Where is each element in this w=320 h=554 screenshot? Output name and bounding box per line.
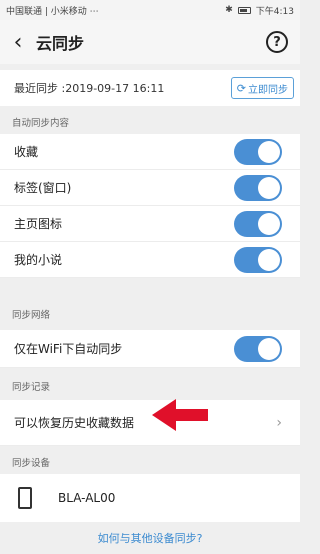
tabs-toggle[interactable] [234,174,282,201]
bluetooth-icon: ✱ [225,5,233,15]
page-title: 云同步 [36,34,85,53]
help-icon[interactable]: ? [266,31,288,53]
sync-item-label: 收藏 [14,145,39,159]
novels-toggle[interactable] [234,246,282,273]
restore-history-label: 可以恢复历史收藏数据 [14,416,135,430]
refresh-icon: ⟳ [236,81,246,95]
home-icons-toggle[interactable] [234,210,282,237]
how-to-sync-link[interactable]: 如何与其他设备同步? [0,530,300,552]
section-header-network: 同步网络 [12,310,51,321]
section-header-devices: 同步设备 [12,458,51,469]
sync-item-label: 标签(窗口) [14,181,72,195]
toggle-knob [258,140,280,163]
sync-item-label: 主页图标 [14,217,63,231]
sync-item-novels: 我的小说 [0,242,300,278]
back-icon[interactable]: ‹ [0,30,36,55]
sync-item-home-icons: 主页图标 [0,206,300,242]
section-header-auto-sync: 自动同步内容 [12,118,70,129]
carrier-text: 中国联通 | 小米移动 ⋯ [6,6,99,17]
red-arrow-icon [152,399,208,431]
device-name: BLA-AL00 [58,491,116,505]
clock: 下午4:13 [255,6,294,17]
battery-icon [237,6,251,14]
sync-item-tabs: 标签(窗口) [0,170,300,206]
wifi-only-row: 仅在WiFi下自动同步 [0,330,300,368]
phone-icon [18,487,32,509]
toggle-knob [258,212,280,235]
last-sync-row: 最近同步 :2019-09-17 16:11 ⟳ 立即同步 [0,70,300,106]
last-sync-text: 最近同步 :2019-09-17 16:11 [14,82,165,95]
sync-now-label: 立即同步 [248,84,288,96]
toggle-knob [258,337,280,360]
wifi-only-label: 仅在WiFi下自动同步 [14,342,123,356]
sync-item-favorites: 收藏 [0,134,300,170]
toggle-knob [258,248,280,271]
favorites-toggle[interactable] [234,138,282,165]
app-bar: ‹ 云同步 ? [0,20,300,64]
toggle-knob [258,176,280,199]
wifi-only-toggle[interactable] [234,335,282,362]
status-bar: 中国联通 | 小米移动 ⋯ ✱ 下午4:13 [0,0,300,20]
device-row[interactable]: BLA-AL00 [0,474,300,522]
sync-now-button[interactable]: ⟳ 立即同步 [230,77,294,99]
chevron-right-icon: › [276,414,282,431]
sync-item-label: 我的小说 [14,253,63,267]
